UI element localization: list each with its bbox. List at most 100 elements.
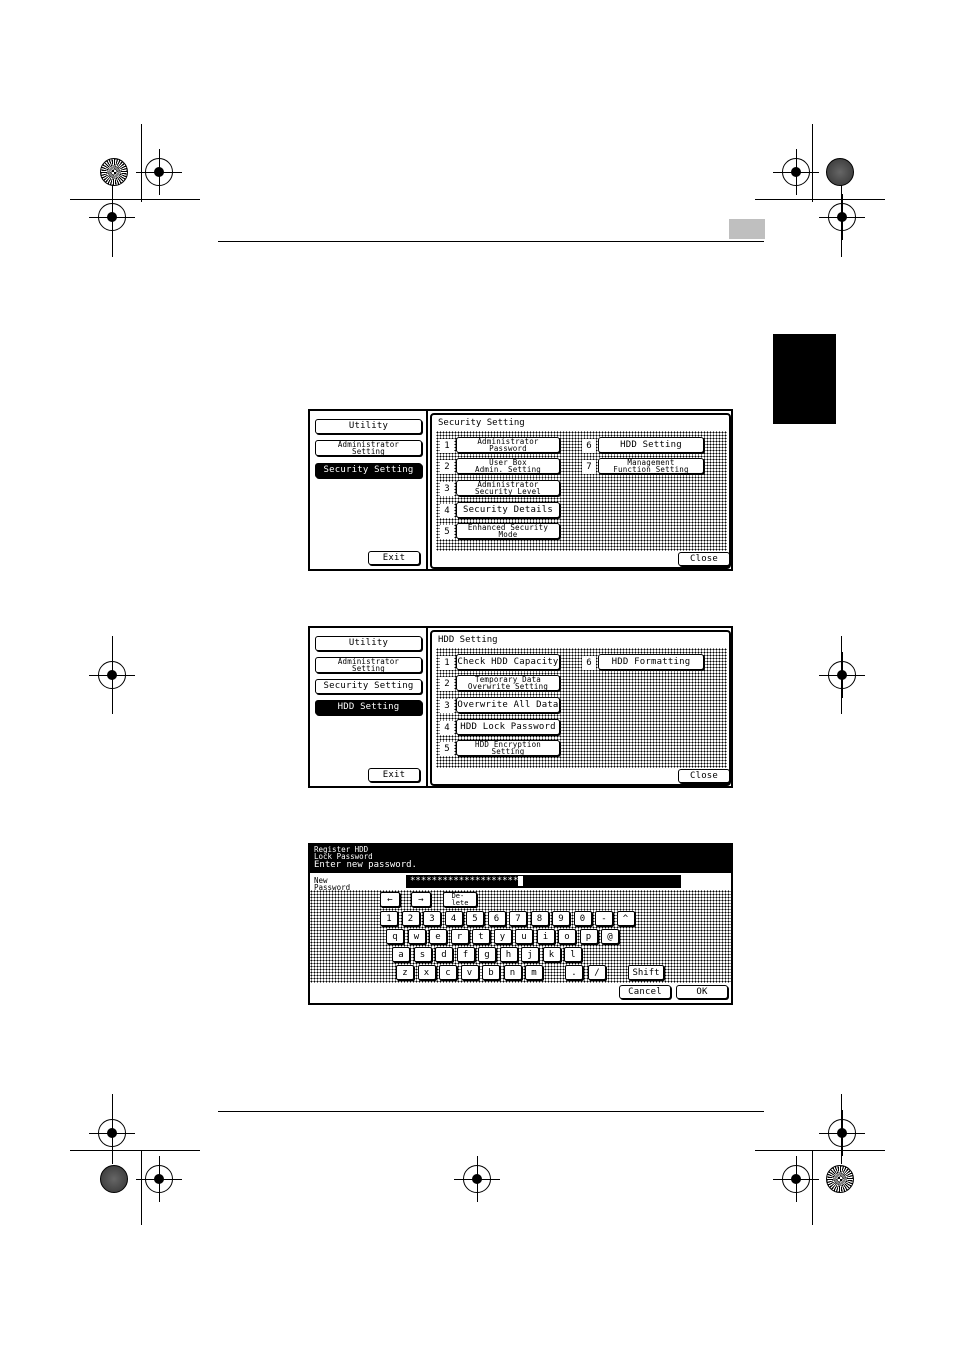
color-ball-icon <box>826 158 854 186</box>
key-row1-9[interactable]: 0 <box>573 911 592 926</box>
exit-button[interactable]: Exit <box>368 551 420 565</box>
key-row4-4[interactable]: b <box>482 965 500 980</box>
delete-button[interactable]: De- lete <box>443 892 477 907</box>
check-hdd-capacity-button[interactable]: Check HDD Capacity <box>456 654 560 670</box>
cancel-button[interactable]: Cancel <box>619 985 671 999</box>
hdd-setting-screen: Utility Administrator Setting Security S… <box>308 626 733 788</box>
key-row3-1[interactable]: s <box>413 947 432 962</box>
registration-mark-icon <box>454 1156 500 1202</box>
password-value: ******************** <box>410 876 519 886</box>
hdd-lock-password-button[interactable]: HDD Lock Password <box>456 719 560 735</box>
key-row3-7[interactable]: k <box>542 947 561 962</box>
hdd-setting-button[interactable]: HDD Setting <box>598 437 704 453</box>
key-row2-1[interactable]: w <box>407 929 426 944</box>
key-row3-0[interactable]: a <box>392 947 410 962</box>
enhanced-security-mode-button[interactable]: Enhanced Security Mode <box>456 523 560 539</box>
hdd-formatting-button[interactable]: HDD Formatting <box>598 654 704 670</box>
register-password-screen: Register HDD Lock Password Enter new pas… <box>308 843 733 1005</box>
registration-mark-icon <box>819 1110 865 1156</box>
key-row1-10[interactable]: - <box>595 911 613 926</box>
key-row3-3[interactable]: f <box>456 947 475 962</box>
key-row2-5[interactable]: y <box>493 929 512 944</box>
key-row1-2[interactable]: 3 <box>423 911 441 926</box>
key-row2-3[interactable]: r <box>450 929 469 944</box>
nav-utility-button[interactable]: Utility <box>315 419 422 434</box>
key-row2-0[interactable]: q <box>386 929 404 944</box>
key-row2-2[interactable]: e <box>429 929 447 944</box>
management-function-setting-button[interactable]: Management Function Setting <box>598 458 704 474</box>
key-row1-6[interactable]: 7 <box>509 911 527 926</box>
item-number: 1 <box>440 439 454 453</box>
nav-utility-button[interactable]: Utility <box>315 636 422 651</box>
key-row1-7[interactable]: 8 <box>530 911 549 926</box>
key-row2-6[interactable]: u <box>515 929 533 944</box>
crop-mark <box>112 1094 113 1164</box>
key-row2-9[interactable]: p <box>579 929 598 944</box>
item-number: 5 <box>440 525 454 539</box>
ok-button[interactable]: OK <box>676 985 728 999</box>
key-row1-4[interactable]: 5 <box>466 911 484 926</box>
header-rule <box>218 241 764 242</box>
nav-security-setting-button[interactable]: Security Setting <box>315 463 422 478</box>
key-row3-6[interactable]: j <box>521 947 539 962</box>
key-row3-2[interactable]: d <box>435 947 453 962</box>
text-cursor <box>518 875 524 886</box>
key-row1-8[interactable]: 9 <box>552 911 570 926</box>
page-title: Security Setting <box>436 418 527 428</box>
user-box-admin-setting-button[interactable]: User Box Admin. Setting <box>456 458 560 474</box>
key-row4-5[interactable]: n <box>503 965 522 980</box>
cursor-right-button[interactable]: → <box>411 892 431 907</box>
administrator-password-button[interactable]: Administrator Password <box>456 437 560 453</box>
nav-security-setting-button[interactable]: Security Setting <box>315 679 422 694</box>
nav-admin-setting-button[interactable]: Administrator Setting <box>315 440 422 456</box>
security-details-button[interactable]: Security Details <box>456 502 560 518</box>
shift-button[interactable]: Shift <box>628 965 664 980</box>
crop-mark <box>141 124 142 202</box>
key-row2-10[interactable]: @ <box>601 929 619 944</box>
administrator-security-level-button[interactable]: Administrator Security Level <box>456 480 560 496</box>
close-button[interactable]: Close <box>678 769 730 783</box>
exit-button[interactable]: Exit <box>368 768 420 782</box>
hdd-encryption-setting-button[interactable]: HDD Encryption Setting <box>456 740 560 756</box>
nav-hdd-setting-button[interactable]: HDD Setting <box>315 700 422 715</box>
crop-mark <box>841 636 842 714</box>
key-row4-1[interactable]: x <box>417 965 436 980</box>
temporary-data-overwrite-button[interactable]: Temporary Data Overwrite Setting <box>456 675 560 691</box>
crop-mark <box>812 124 813 202</box>
key-row1-3[interactable]: 4 <box>444 911 463 926</box>
close-button[interactable]: Close <box>678 552 730 566</box>
color-ball-icon <box>100 158 128 186</box>
key-row1-0[interactable]: 1 <box>380 911 398 926</box>
registration-mark-icon <box>136 1156 182 1202</box>
crop-mark <box>141 1150 142 1225</box>
key-row1-11[interactable]: ^ <box>616 911 635 926</box>
cursor-left-button[interactable]: ← <box>380 892 400 907</box>
key-row3-4[interactable]: g <box>478 947 496 962</box>
key-row3-8[interactable]: l <box>564 947 582 962</box>
key-period[interactable]: . <box>565 965 583 980</box>
item-number: 4 <box>440 504 454 518</box>
item-number: 7 <box>582 460 596 474</box>
key-row2-7[interactable]: i <box>536 929 555 944</box>
chapter-thumb-tab <box>773 334 836 424</box>
key-row1-1[interactable]: 2 <box>401 911 420 926</box>
key-slash[interactable]: / <box>588 965 606 980</box>
key-row4-0[interactable]: z <box>396 965 414 980</box>
crop-mark <box>841 1094 842 1164</box>
key-row4-3[interactable]: v <box>460 965 479 980</box>
key-row1-5[interactable]: 6 <box>487 911 506 926</box>
overwrite-all-data-button[interactable]: Overwrite All Data <box>456 697 560 713</box>
dialog-instruction: Enter new password. <box>314 860 417 870</box>
settings-pane: Security Setting 1 Administrator Passwor… <box>430 413 731 569</box>
registration-mark-icon <box>773 1156 819 1202</box>
key-row4-6[interactable]: m <box>525 965 543 980</box>
crop-mark <box>755 1150 885 1151</box>
key-row2-8[interactable]: o <box>558 929 576 944</box>
nav-admin-setting-button[interactable]: Administrator Setting <box>315 657 422 673</box>
item-number: 1 <box>440 656 454 670</box>
password-input[interactable]: ******************** <box>406 875 681 888</box>
key-row2-4[interactable]: t <box>472 929 490 944</box>
key-row3-5[interactable]: h <box>499 947 518 962</box>
nav-pane: Utility Administrator Setting Security S… <box>310 411 428 569</box>
key-row4-2[interactable]: c <box>439 965 457 980</box>
